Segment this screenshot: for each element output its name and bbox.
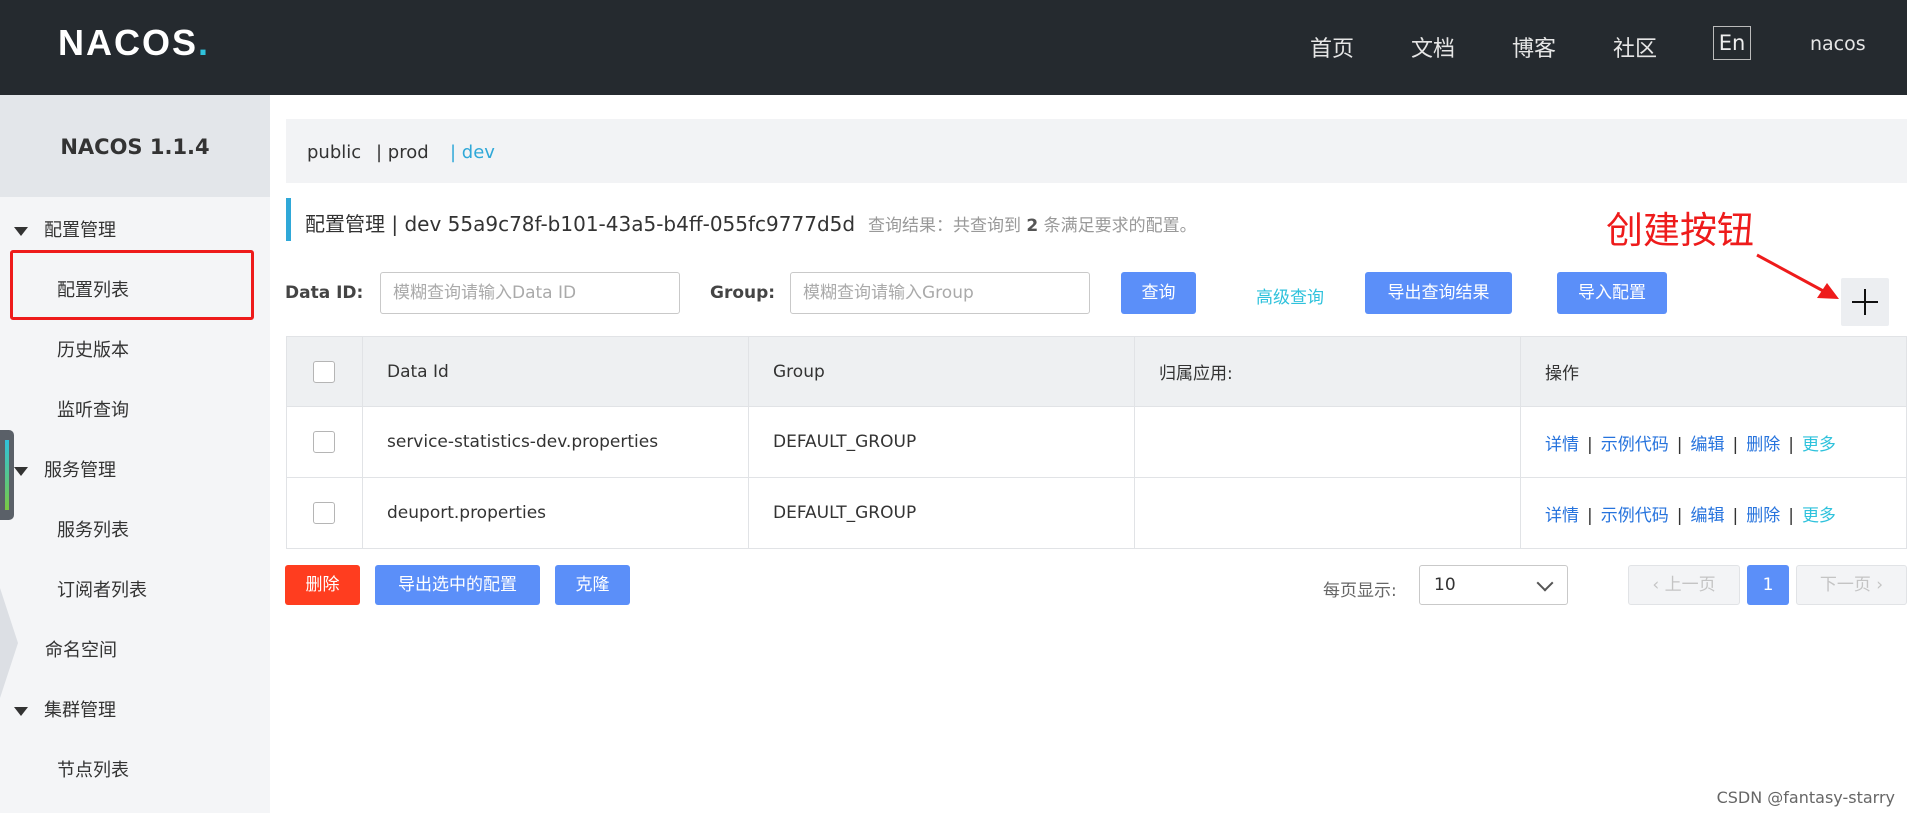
sample-code-link[interactable]: 示例代码 <box>1601 506 1669 526</box>
advanced-query-link[interactable]: 高级查询 <box>1256 283 1324 308</box>
config-table: Data Id Group 归属应用: 操作 service-statistic… <box>286 336 1907 549</box>
cell-data-id: service-statistics-dev.properties <box>362 406 749 478</box>
table-row: service-statistics-dev.properties DEFAUL… <box>286 406 1907 478</box>
caret-down-icon <box>14 466 28 476</box>
collapse-arrow-icon[interactable] <box>0 588 18 698</box>
more-link[interactable]: 更多 <box>1802 435 1836 455</box>
language-toggle[interactable]: En <box>1713 26 1751 60</box>
group-label: Group: <box>710 283 776 303</box>
sidebar: NACOS 1.1.4 配置管理 配置列表 历史版本 监听查询 服务管理 服务列… <box>0 95 270 813</box>
cell-actions: 详情 | 示例代码 | 编辑 | 删除 | 更多 <box>1520 406 1907 478</box>
user-name[interactable]: nacos <box>1810 33 1866 55</box>
sidebar-item-subscribers[interactable]: 订阅者列表 <box>57 576 147 602</box>
version-label: NACOS 1.1.4 <box>60 135 210 159</box>
caret-down-icon <box>14 226 28 236</box>
delete-link[interactable]: 删除 <box>1746 435 1780 455</box>
chevron-down-icon <box>1536 574 1554 592</box>
annotation-label: 创建按钮 <box>1606 209 1754 252</box>
query-button[interactable]: 查询 <box>1121 272 1196 314</box>
caret-down-icon <box>14 706 28 716</box>
top-navbar: NACOS. 首页 文档 博客 社区 En nacos <box>0 0 1907 95</box>
delete-link[interactable]: 删除 <box>1746 506 1780 526</box>
clone-button[interactable]: 克隆 <box>555 565 630 605</box>
cell-actions: 详情 | 示例代码 | 编辑 | 删除 | 更多 <box>1520 477 1907 549</box>
cell-group: DEFAULT_GROUP <box>748 406 1135 478</box>
cell-app <box>1134 477 1521 549</box>
create-config-button[interactable] <box>1841 278 1889 326</box>
col-actions: 操作 <box>1520 336 1907 407</box>
table-header-row: Data Id Group 归属应用: 操作 <box>286 336 1907 407</box>
sidebar-item-service-list[interactable]: 服务列表 <box>57 516 129 542</box>
chevron-right-icon: › <box>1876 575 1884 595</box>
menu-group-config[interactable]: 配置管理 <box>14 216 116 242</box>
detail-link[interactable]: 详情 <box>1545 435 1579 455</box>
row-checkbox[interactable] <box>313 502 335 524</box>
menu-group-cluster[interactable]: 集群管理 <box>14 696 116 722</box>
dataid-label: Data ID: <box>285 283 364 303</box>
sidebar-header: NACOS 1.1.4 <box>0 95 270 197</box>
sidebar-item-nodes[interactable]: 节点列表 <box>57 756 129 782</box>
sample-code-link[interactable]: 示例代码 <box>1601 435 1669 455</box>
next-page-button[interactable]: 下一页 › <box>1796 565 1907 605</box>
per-page-label: 每页显示: <box>1323 581 1397 601</box>
prev-page-button[interactable]: ‹ 上一页 <box>1628 565 1740 605</box>
nav-blog[interactable]: 博客 <box>1512 31 1556 63</box>
col-group: Group <box>748 336 1135 407</box>
title-accent-bar <box>286 198 291 241</box>
watermark: CSDN @fantasy-starry <box>1716 788 1895 807</box>
sidebar-item-history[interactable]: 历史版本 <box>57 336 129 362</box>
chevron-left-icon: ‹ <box>1652 575 1660 595</box>
dataid-search-input[interactable] <box>380 272 680 314</box>
cell-app <box>1134 406 1521 478</box>
col-app: 归属应用: <box>1134 336 1521 407</box>
select-all-checkbox[interactable] <box>313 360 335 383</box>
per-page-select[interactable]: 10 <box>1419 565 1568 605</box>
col-data-id: Data Id <box>362 336 749 407</box>
sidebar-item-listener[interactable]: 监听查询 <box>57 396 129 422</box>
namespace-public[interactable]: public <box>307 142 361 163</box>
sidebar-item-namespace[interactable]: 命名空间 <box>45 636 117 662</box>
edit-link[interactable]: 编辑 <box>1690 506 1724 526</box>
page-1-button[interactable]: 1 <box>1747 565 1789 605</box>
namespace-bar <box>286 119 1907 183</box>
delete-selected-button[interactable]: 删除 <box>285 565 360 605</box>
menu-group-service[interactable]: 服务管理 <box>14 456 116 482</box>
detail-link[interactable]: 详情 <box>1545 506 1579 526</box>
group-search-input[interactable] <box>790 272 1090 314</box>
side-handle[interactable] <box>0 430 14 520</box>
import-config-button[interactable]: 导入配置 <box>1557 272 1667 314</box>
nav-home[interactable]: 首页 <box>1310 31 1354 63</box>
table-row: deuport.properties DEFAULT_GROUP 详情 | 示例代码… <box>286 477 1907 549</box>
page-title: 配置管理 | dev 55a9c78f-b101-43a5-b4ff-055fc… <box>305 212 856 236</box>
cell-group: DEFAULT_GROUP <box>748 477 1135 549</box>
nav-community[interactable]: 社区 <box>1613 31 1657 63</box>
export-results-button[interactable]: 导出查询结果 <box>1365 272 1512 314</box>
active-item-highlight <box>10 250 254 320</box>
export-selected-button[interactable]: 导出选中的配置 <box>375 565 540 605</box>
row-checkbox[interactable] <box>313 431 335 453</box>
nav-docs[interactable]: 文档 <box>1411 31 1455 63</box>
edit-link[interactable]: 编辑 <box>1690 435 1724 455</box>
annotation-arrow-icon <box>1756 253 1839 299</box>
more-link[interactable]: 更多 <box>1802 506 1836 526</box>
nacos-logo[interactable]: NACOS. <box>58 22 210 64</box>
result-summary: 查询结果：共查询到 2 条满足要求的配置。 <box>868 216 1197 236</box>
namespace-prod[interactable]: | prod <box>376 142 429 163</box>
cell-data-id: deuport.properties <box>362 477 749 549</box>
namespace-dev[interactable]: | dev <box>450 142 495 163</box>
